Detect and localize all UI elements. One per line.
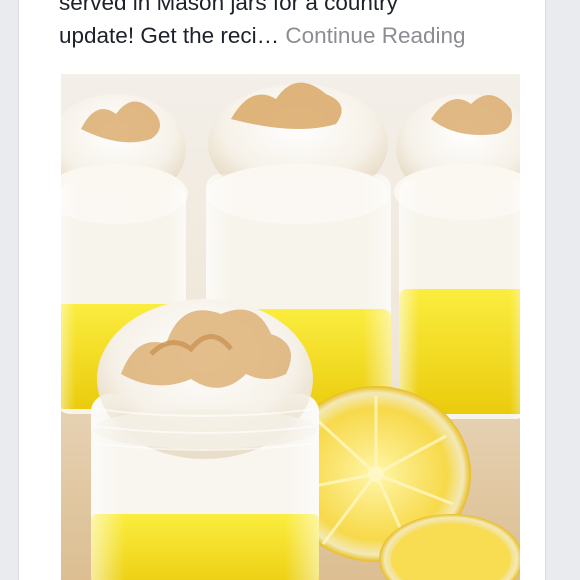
post-text-line-2: update! Get the reci…: [59, 23, 280, 48]
jar-back-right: [394, 94, 520, 419]
jar-front: [91, 299, 319, 580]
post-text: served in Mason jars for a country updat…: [59, 0, 539, 52]
post-text-line-1: served in Mason jars for a country: [59, 0, 398, 15]
continue-reading-link[interactable]: Continue Reading: [285, 23, 465, 48]
post-photo[interactable]: [61, 74, 520, 580]
lemon-dessert-image: [61, 74, 520, 580]
